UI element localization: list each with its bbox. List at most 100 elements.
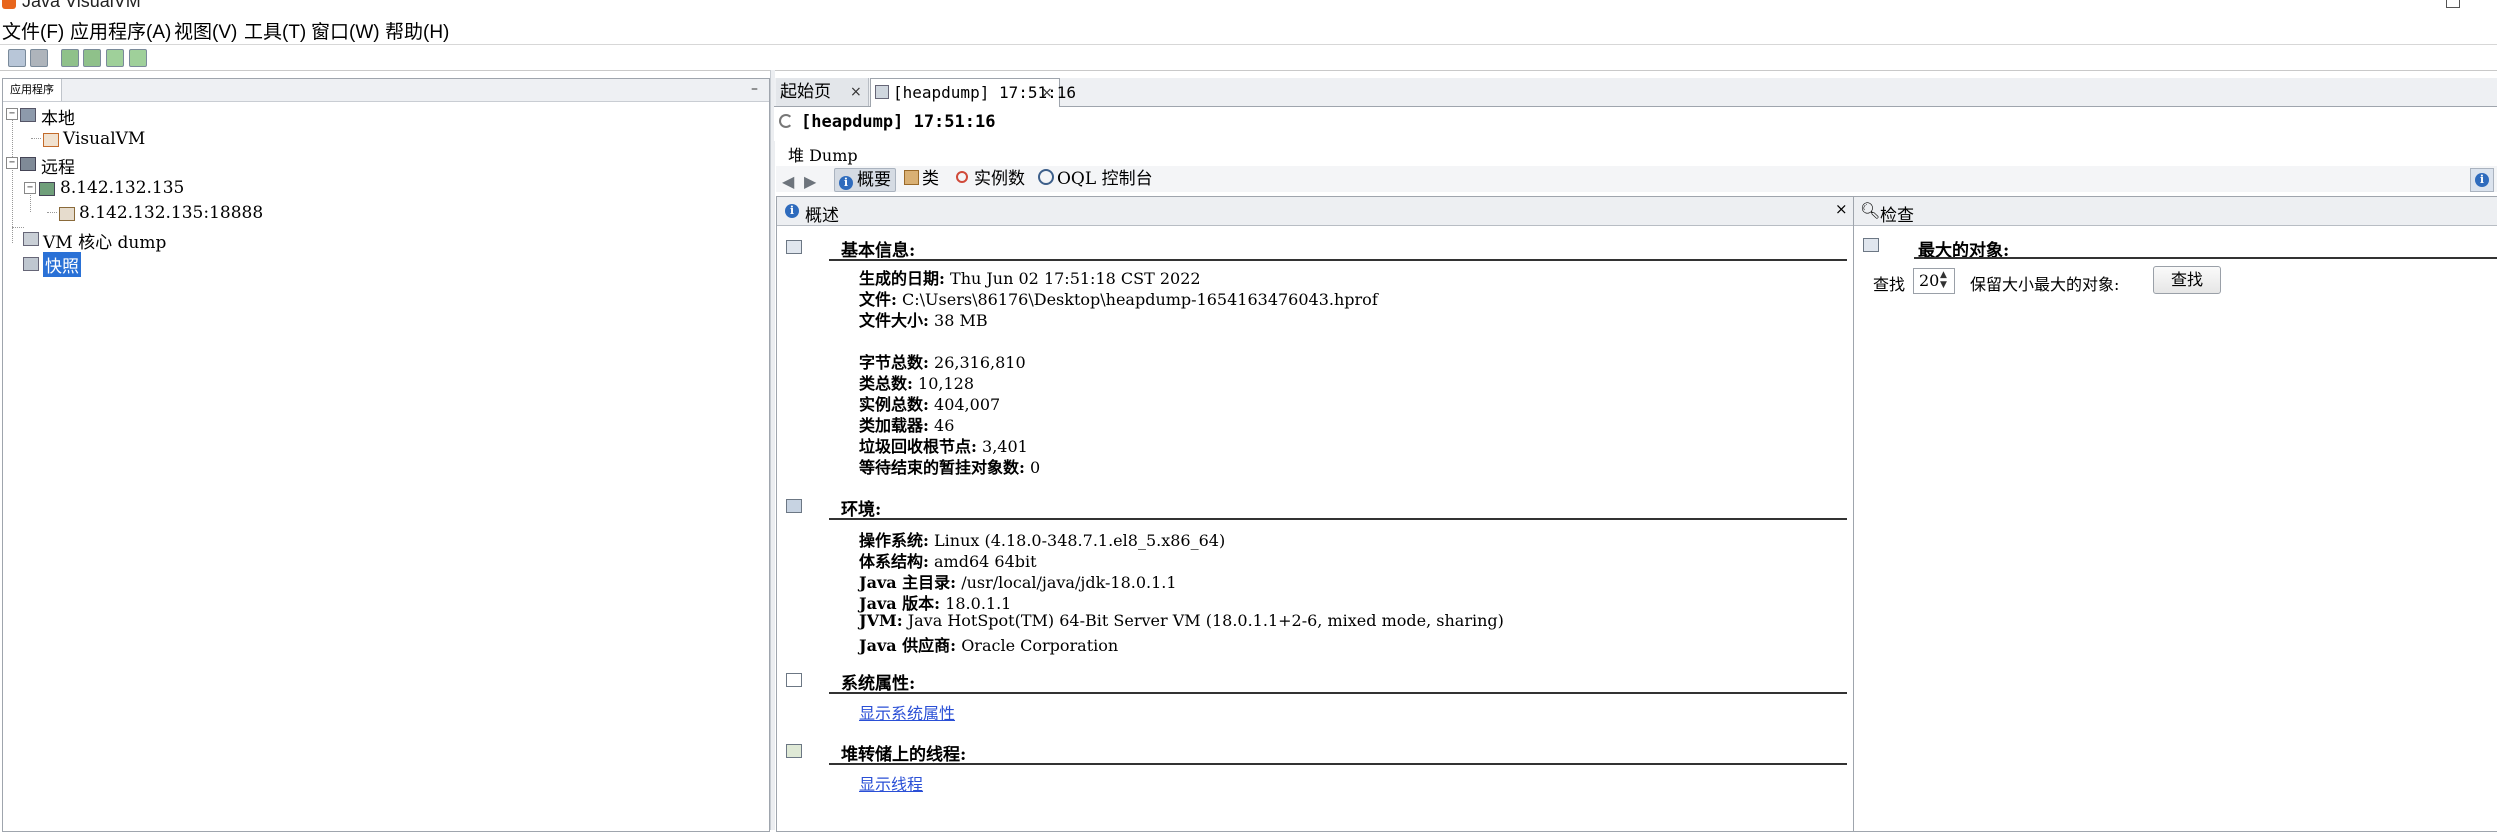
back-arrow-icon[interactable]: ◀ xyxy=(782,172,794,191)
info-line: 文件大小: 38 MB xyxy=(859,307,988,331)
collapse-local-toggle[interactable]: − xyxy=(6,108,18,120)
view-instances-label: 实例数 xyxy=(974,169,1025,189)
view-classes-label: 类 xyxy=(922,169,939,189)
retained-size-label: 保留大小最大的对象: xyxy=(1970,275,2120,294)
add-vm-coredump-icon[interactable] xyxy=(106,49,124,67)
system-properties-icon xyxy=(786,673,802,687)
java-app-icon xyxy=(2,0,16,9)
spinner-arrows-icon[interactable]: ▲ ▼ xyxy=(1940,270,1947,290)
title-bar: Java VisualVM xyxy=(0,0,2497,14)
document-title: [heapdump] 17:51:16 xyxy=(801,112,996,132)
tree-node-jmx[interactable]: 8.142.132.135:18888 xyxy=(79,203,263,223)
view-oql-label: OQL 控制台 xyxy=(1057,169,1153,189)
tree-node-remote[interactable]: 远程 xyxy=(41,153,75,178)
info-line: JVM: Java HotSpot(TM) 64-Bit Server VM (… xyxy=(859,611,1504,630)
section-divider xyxy=(829,259,1847,261)
info-label: 等待结束的暂挂对象数: xyxy=(859,458,1025,477)
info-value: 0 xyxy=(1030,458,1041,477)
computer-icon xyxy=(20,108,36,122)
info-icon: i xyxy=(785,204,799,218)
info-icon: i xyxy=(839,176,853,190)
tree-node-local[interactable]: 本地 xyxy=(41,104,75,129)
inspect-panel-header: 🔍︎ 检查 xyxy=(1854,197,2497,226)
menu-file[interactable]: 文件(F) xyxy=(2,17,64,44)
section-basic-info-title: 基本信息: xyxy=(841,241,916,261)
menu-window[interactable]: 窗口(W) xyxy=(311,17,380,44)
remote-host-icon xyxy=(39,182,55,196)
collapse-host-toggle[interactable]: − xyxy=(24,182,36,194)
add-jmx-connection-icon[interactable] xyxy=(61,49,79,67)
info-label: 文件大小: xyxy=(859,311,929,330)
info-line: 等待结束的暂挂对象数: 0 xyxy=(859,454,1040,478)
show-system-properties-link[interactable]: 显示系统属性 xyxy=(859,700,955,724)
java-process-icon xyxy=(43,133,59,147)
menu-tools[interactable]: 工具(T) xyxy=(244,17,306,44)
toggle-details-button[interactable]: i xyxy=(2470,168,2494,192)
applications-panel: 应用程序 – − 本地 VisualVM − 远程 − 8.142.132.13… xyxy=(2,78,770,832)
section-divider xyxy=(829,763,1847,765)
minimize-panel-button[interactable]: – xyxy=(751,81,758,97)
show-threads-link[interactable]: 显示线程 xyxy=(859,771,923,795)
remote-network-icon xyxy=(20,157,36,171)
object-count-spinner[interactable]: 20 ▲ ▼ xyxy=(1913,268,1955,294)
load-application-icon[interactable] xyxy=(8,49,26,67)
restore-window-icon[interactable] xyxy=(2446,0,2460,8)
add-remote-host-icon[interactable] xyxy=(83,49,101,67)
info-label: JVM: xyxy=(859,611,903,630)
tree-node-snapshots[interactable]: 快照 xyxy=(43,252,81,277)
view-classes-button[interactable]: 类 xyxy=(904,168,939,190)
load-snapshot-icon[interactable] xyxy=(30,49,48,67)
tab-applications[interactable]: 应用程序 xyxy=(3,79,62,101)
view-summary-button[interactable]: i 概要 xyxy=(834,168,896,192)
tab-start-page-label: 起始页 xyxy=(780,82,831,102)
basic-info-icon xyxy=(786,240,802,254)
threads-icon xyxy=(786,744,802,758)
tree-guide xyxy=(12,227,24,228)
tab-heapdump[interactable]: [heapdump] 17:51:16 × xyxy=(870,78,1076,107)
section-divider xyxy=(829,518,1847,520)
info-value: 38 MB xyxy=(934,311,988,330)
toolbar xyxy=(0,46,2497,71)
section-threads-title: 堆转储上的线程: xyxy=(841,745,967,765)
snapshots-icon xyxy=(23,257,39,271)
tree-guide xyxy=(12,115,13,161)
tree-node-visualvm[interactable]: VisualVM xyxy=(63,129,145,149)
menu-help[interactable]: 帮助(H) xyxy=(385,17,449,44)
splitter[interactable] xyxy=(770,70,775,830)
tree-node-core-dump[interactable]: VM 核心 dump xyxy=(43,228,166,253)
tab-start-page[interactable]: 起始页 × xyxy=(776,78,869,106)
view-oql-button[interactable]: OQL 控制台 xyxy=(1038,168,1153,190)
tree-guide xyxy=(47,212,57,213)
close-panel-icon[interactable]: × xyxy=(1835,200,1848,218)
info-line: Java 供应商: Oracle Corporation xyxy=(859,632,1118,656)
search-icon: 🔍︎ xyxy=(1860,201,1881,220)
object-count-value: 20 xyxy=(1919,271,1940,290)
document-tabs: 起始页 × [heapdump] 17:51:16 × xyxy=(774,78,2497,107)
environment-icon xyxy=(786,499,802,513)
document-header xyxy=(774,107,2497,141)
toolbar-separator xyxy=(0,44,2497,45)
tree-node-host[interactable]: 8.142.132.135 xyxy=(60,178,184,198)
heapdump-tab-icon xyxy=(875,85,889,99)
menu-applications[interactable]: 应用程序(A) xyxy=(70,17,171,44)
view-instances-button[interactable]: 实例数 xyxy=(956,168,1025,190)
add-snapshot-icon[interactable] xyxy=(129,49,147,67)
close-tab-icon[interactable]: × xyxy=(1041,79,1053,107)
biggest-objects-icon xyxy=(1863,238,1879,252)
summary-panel-title: 概述 xyxy=(805,206,839,226)
section-divider xyxy=(829,692,1847,694)
refresh-spinner-icon xyxy=(779,114,793,128)
view-summary-label: 概要 xyxy=(857,170,891,190)
collapse-remote-toggle[interactable]: − xyxy=(6,157,18,169)
tree-guide xyxy=(12,163,13,243)
close-tab-icon[interactable]: × xyxy=(850,78,862,106)
menu-view[interactable]: 视图(V) xyxy=(174,17,237,44)
info-value: Java HotSpot(TM) 64-Bit Server VM (18.0.… xyxy=(907,611,1504,630)
oql-console-icon xyxy=(1038,169,1054,185)
info-label: Java 供应商: xyxy=(859,636,957,655)
find-button[interactable]: 查找 xyxy=(2153,266,2221,294)
applications-panel-header: 应用程序 – xyxy=(3,79,769,102)
forward-arrow-icon[interactable]: ▶ xyxy=(804,172,816,191)
info-icon: i xyxy=(2475,173,2489,187)
summary-panel: i 概述 × 基本信息: 生成的日期: Thu Jun 02 17:51:18 … xyxy=(776,196,1854,832)
